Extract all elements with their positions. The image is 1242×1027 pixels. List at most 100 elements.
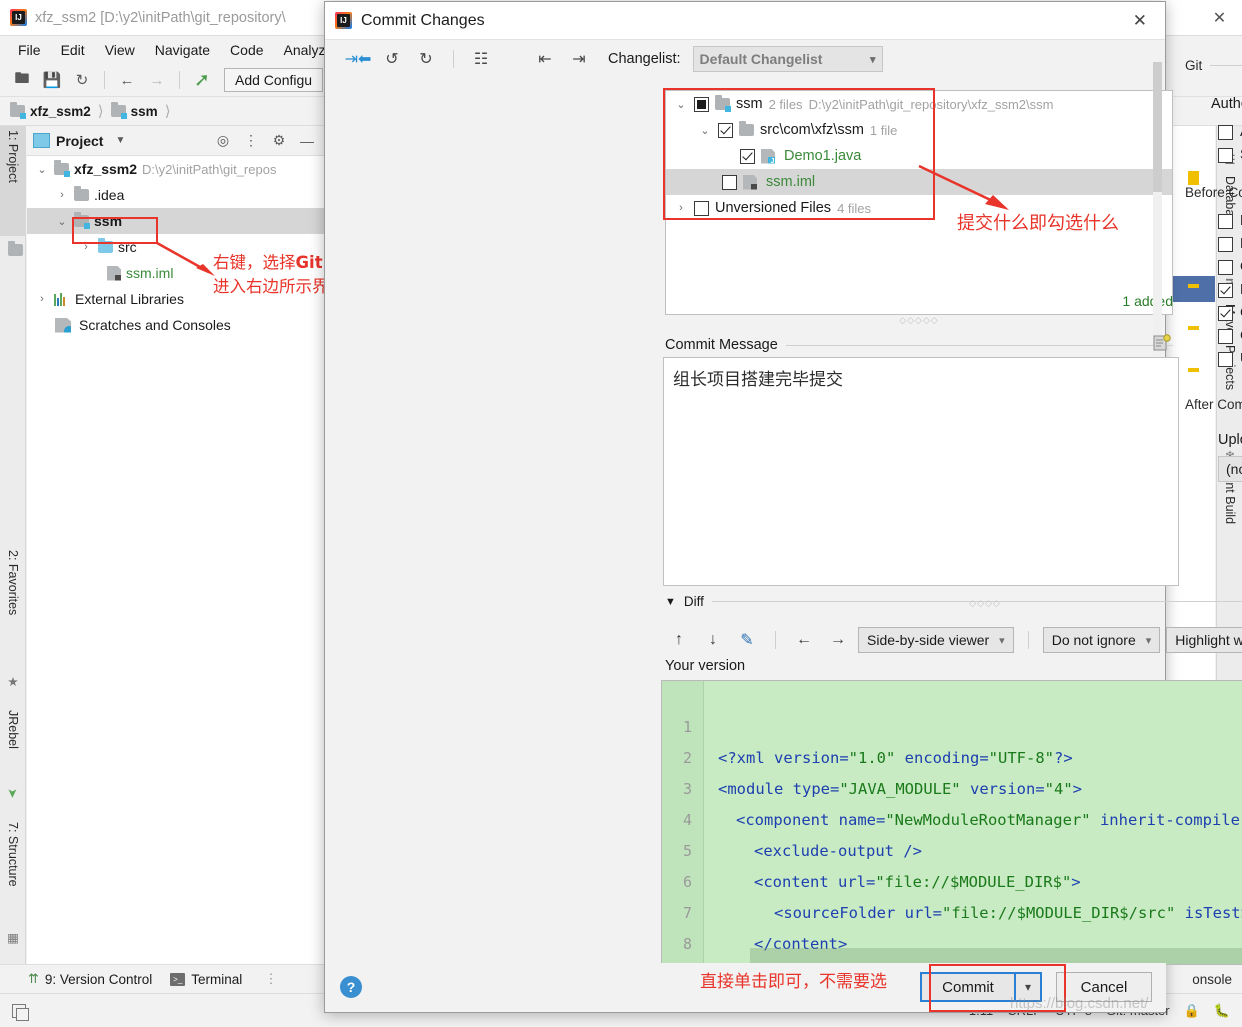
checkbox-ssm-iml[interactable] <box>722 174 737 190</box>
diff-code-viewer[interactable]: ✓ 1 <?xml version="1.0" encoding="UTF-8"… <box>661 680 1242 965</box>
tree-row[interactable]: › .idea <box>27 182 324 208</box>
horizontal-scrollbar[interactable] <box>750 948 1242 964</box>
check-todo-row[interactable]: Check TODO (Show All) Configure <box>1185 305 1242 321</box>
chevron-down-icon[interactable]: ▼ <box>109 130 131 152</box>
menu-code[interactable]: Code <box>220 39 273 61</box>
checkbox-src-package[interactable] <box>718 122 733 138</box>
checkbox-reformat-code[interactable] <box>1218 213 1233 229</box>
chevron-down-icon[interactable]: ⌄ <box>55 215 69 228</box>
chevron-right-icon[interactable]: › <box>35 293 49 305</box>
diff-ignore-mode-select[interactable]: Do not ignore ▾ <box>1042 627 1161 653</box>
collapse-all-icon[interactable]: ⇥ <box>564 45 594 73</box>
checkbox-ssm-module[interactable] <box>694 96 709 112</box>
edit-source-icon[interactable]: ✎ <box>733 627 761 653</box>
checkbox-demo1-java[interactable] <box>740 148 755 164</box>
upload-target-select[interactable]: (none) ▾ <box>1218 456 1242 482</box>
amend-commit-row[interactable]: Amend commit <box>1185 124 1242 140</box>
menu-view[interactable]: View <box>95 39 145 61</box>
checkbox-perform-code-analysis[interactable] <box>1218 282 1233 298</box>
sidebar-tab-favorites[interactable]: 2: Favorites <box>0 546 26 668</box>
commit-message-input[interactable]: 组长项目搭建完毕提交 <box>663 357 1179 586</box>
more-tabs-icon[interactable]: ⋮ <box>264 971 278 987</box>
chevron-down-icon[interactable]: ▼ <box>665 596 676 608</box>
tree-row-ssm-iml[interactable]: ssm.iml <box>666 169 1172 195</box>
accept-left-icon[interactable]: ← <box>790 627 818 653</box>
cleanup-row[interactable]: Cleanup <box>1185 328 1242 344</box>
chevron-down-icon[interactable]: ⌄ <box>35 163 49 176</box>
optimize-imports-row[interactable]: Optimize imports <box>1185 259 1242 275</box>
menu-edit[interactable]: Edit <box>51 39 95 61</box>
forward-icon[interactable]: → <box>143 67 171 93</box>
open-project-icon[interactable]: 🖿 <box>8 67 36 93</box>
sidebar-tab-jrebel[interactable]: JRebel <box>0 706 26 782</box>
close-icon[interactable]: ✕ <box>1125 11 1155 31</box>
signoff-commit-row[interactable]: Sign-off commit <box>1185 147 1242 163</box>
tree-row[interactable]: Scratches and Consoles <box>27 312 324 338</box>
tree-row-ssm-module[interactable]: ⌄ ssm 2 files D:\y2\initPath\git_reposit… <box>666 91 1172 117</box>
checkbox-amend-commit[interactable] <box>1218 124 1233 140</box>
chevron-right-icon[interactable]: › <box>674 202 688 214</box>
breadcrumb-item-ssm[interactable]: ssm <box>110 102 158 119</box>
message-history-icon[interactable] <box>1153 334 1171 352</box>
checkbox-rearrange-code[interactable] <box>1218 236 1233 252</box>
checkbox-check-todo[interactable] <box>1218 305 1233 321</box>
tree-row-demo1-java[interactable]: Demo1.java <box>666 143 1172 169</box>
sidebar-tab-ant[interactable]: Ant Build <box>1217 470 1242 552</box>
tab-terminal[interactable]: >_ Terminal <box>170 972 242 987</box>
sync-icon[interactable]: ↻ <box>68 67 96 93</box>
tab-console[interactable]: onsole <box>1192 972 1232 987</box>
revert-icon[interactable]: ↺ <box>377 45 407 73</box>
accept-right-icon[interactable]: → <box>824 627 852 653</box>
locate-icon[interactable]: ◎ <box>212 130 234 152</box>
lock-icon[interactable]: 🔒 <box>1184 1003 1200 1019</box>
checkbox-cleanup[interactable] <box>1218 328 1233 344</box>
tree-row-src-package[interactable]: ⌄ src\com\xfz\ssm 1 file <box>666 117 1172 143</box>
prev-difference-icon[interactable]: ↑ <box>665 627 693 653</box>
breadcrumb-item-project[interactable]: xfz_ssm2 <box>10 102 91 119</box>
chevron-down-icon[interactable]: ⌄ <box>674 98 688 111</box>
commit-button[interactable]: Commit <box>920 972 1016 1002</box>
update-copyright-row[interactable]: Update copyright <box>1185 351 1242 367</box>
diff-viewer-mode-select[interactable]: Side-by-side viewer ▾ <box>858 627 1014 653</box>
group-by-icon[interactable]: ☷ <box>466 45 496 73</box>
diff-highlight-mode-select[interactable]: Highlight words ▾ <box>1166 627 1242 653</box>
expand-all-icon[interactable]: ⇤ <box>530 45 560 73</box>
help-icon[interactable]: ? <box>340 976 362 998</box>
tab-version-control[interactable]: ⇈ 9: Version Control <box>28 971 152 987</box>
build-hammer-icon[interactable]: ➚ <box>188 67 216 93</box>
window-close-button[interactable]: ✕ <box>1197 0 1242 36</box>
splitter-handle[interactable]: ◇◇◇◇◇ <box>665 315 1173 326</box>
changed-files-tree[interactable]: ⌄ ssm 2 files D:\y2\initPath\git_reposit… <box>665 90 1173 315</box>
save-all-icon[interactable]: 💾 <box>38 67 66 93</box>
checkbox-update-copyright[interactable] <box>1218 351 1233 367</box>
add-configuration-button[interactable]: Add Configu <box>224 68 324 92</box>
diff-splitter-handle[interactable]: ◇◇◇◇ <box>925 598 1045 609</box>
checkbox-optimize-imports[interactable] <box>1218 259 1233 275</box>
chevron-right-icon[interactable]: › <box>55 189 69 201</box>
rearrange-code-row[interactable]: Rearrange code <box>1185 236 1242 252</box>
collapse-to-icon[interactable]: ⇥⬅ <box>343 45 373 73</box>
back-icon[interactable]: ← <box>113 67 141 93</box>
show-tool-windows-icon[interactable] <box>12 1003 29 1021</box>
next-difference-icon[interactable]: ↓ <box>699 627 727 653</box>
checkbox-unversioned-files[interactable] <box>694 200 709 216</box>
changelist-select[interactable]: Default Changelist ▾ <box>692 46 883 72</box>
sidebar-tab-structure[interactable]: 7: Structure <box>0 818 26 924</box>
hide-panel-icon[interactable]: — <box>296 130 318 152</box>
checkbox-sign-off-commit[interactable] <box>1218 147 1233 163</box>
cancel-button[interactable]: Cancel <box>1056 972 1152 1002</box>
menu-navigate[interactable]: Navigate <box>145 39 220 61</box>
sidebar-tab-project[interactable]: 1: Project <box>0 126 26 236</box>
menu-file[interactable]: File <box>8 39 51 61</box>
tree-row-ssm[interactable]: ⌄ ssm <box>27 208 324 234</box>
inspection-icon[interactable]: 🐛 <box>1214 1003 1230 1019</box>
chevron-right-icon[interactable]: › <box>79 241 93 253</box>
commit-dropdown-button[interactable]: ▾ <box>1016 972 1042 1002</box>
reformat-code-row[interactable]: Reformat code <box>1185 213 1242 229</box>
collapse-all-icon[interactable]: ⋮ <box>240 130 262 152</box>
tree-row[interactable]: ⌄ xfz_ssm2 D:\y2\initPath\git_repos <box>27 156 324 182</box>
chevron-down-icon[interactable]: ⌄ <box>698 124 712 137</box>
gear-icon[interactable]: ⚙ <box>268 130 290 152</box>
refresh-icon[interactable]: ↻ <box>411 45 441 73</box>
perform-code-analysis-row[interactable]: Perform code analysis <box>1185 282 1242 298</box>
